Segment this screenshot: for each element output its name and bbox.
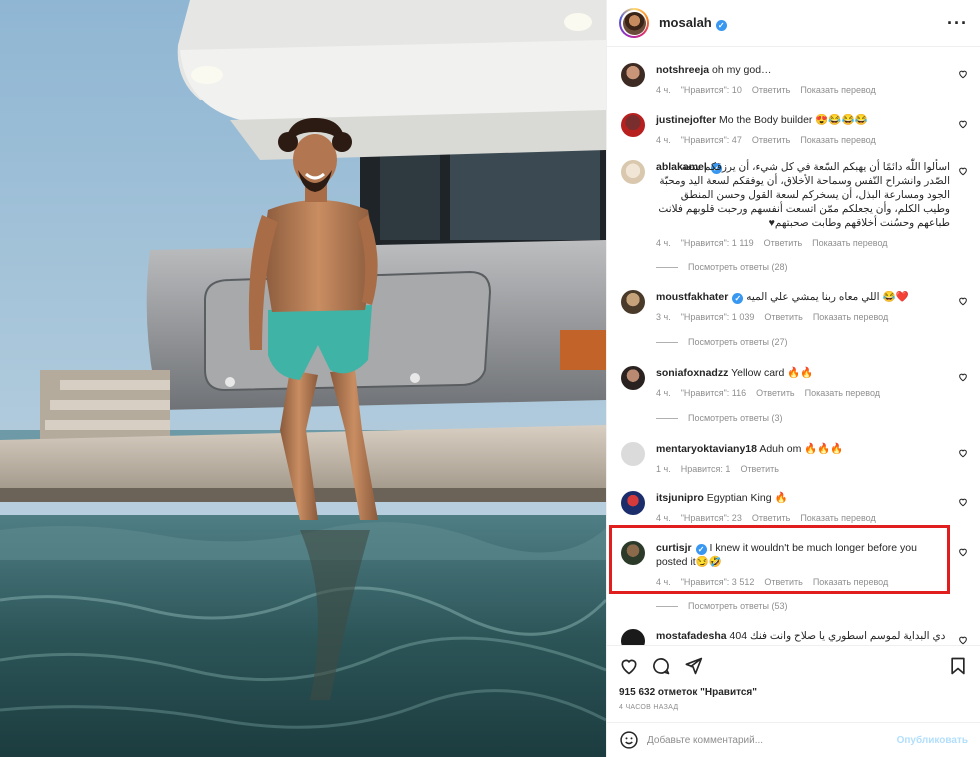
post-photo[interactable] [0,0,606,757]
commenter-avatar[interactable] [621,629,645,645]
view-replies-button[interactable]: Посмотреть ответы (28) [656,262,788,272]
like-comment-heart-icon[interactable] [958,372,968,382]
comment-username[interactable]: mostafadesha [656,630,727,642]
comment-likes[interactable]: "Нравится": 23 [681,511,742,525]
like-comment-heart-icon[interactable] [958,296,968,306]
reply-button[interactable]: Ответить [756,386,794,400]
likes-count[interactable]: 915 632 отметок "Нравится" [607,687,980,698]
comment-item: mostafadesha 404 دي البداية لموسم اسطوري… [619,629,970,645]
comment-item: justinejofter Mo the Body builder 😍😂😂😂 4… [619,113,970,147]
post-header: mosalah ✓ ··· [607,0,980,47]
view-replies-button[interactable]: Посмотреть ответы (53) [656,601,788,611]
comment-username[interactable]: moustfakhater [656,291,728,303]
comment-text: Egyptian King 🔥 [706,492,788,504]
comment-text: اللي معاه ربنا يمشي علي الميه 😂❤️ [746,291,909,303]
comment-text: oh my god… [712,64,772,76]
comment-text: Mo the Body builder 😍😂😂😂 [719,114,868,126]
commenter-avatar[interactable] [621,491,645,515]
like-heart-icon[interactable] [619,656,639,676]
like-comment-heart-icon[interactable] [958,635,968,645]
like-comment-heart-icon[interactable] [958,69,968,79]
translate-button[interactable]: Показать перевод [800,133,875,147]
comment-item: ablakamel ✓ اسألوا اللّٰه دائمًا أن يهبكم… [619,160,970,250]
comment-text: Yellow card 🔥🔥 [731,367,814,379]
like-comment-heart-icon[interactable] [958,547,968,557]
emoji-smile-icon[interactable] [619,730,639,750]
add-comment-bar: Опубликовать [607,722,980,757]
commenter-avatar[interactable] [621,63,645,87]
comment-likes[interactable]: "Нравится": 10 [681,83,742,97]
like-comment-heart-icon[interactable] [958,119,968,129]
yacht-photo-illustration [0,0,606,757]
verified-badge-icon: ✓ [732,293,744,304]
like-comment-heart-icon[interactable] [958,497,968,507]
post-time[interactable]: 4 ЧАСОВ НАЗАД [607,704,980,711]
comment-username[interactable]: notshreeja [656,64,709,76]
comment-item: mentaryoktaviany18 Aduh om 🔥🔥🔥 1 ч. Нрави… [619,442,970,476]
comment-icon[interactable] [651,656,671,676]
publish-comment-button[interactable]: Опубликовать [897,735,968,746]
comment-text: Aduh om 🔥🔥🔥 [759,443,844,455]
comment-username[interactable]: soniafoxnadzz [656,367,728,379]
translate-button[interactable]: Показать перевод [805,386,880,400]
view-replies-button[interactable]: Посмотреть ответы (27) [656,337,788,347]
like-comment-heart-icon[interactable] [958,448,968,458]
reply-button[interactable]: Ответить [764,310,802,324]
comment-likes[interactable]: Нравится: 1 [681,462,731,476]
more-options-icon[interactable]: ··· [947,13,968,34]
comment-time[interactable]: 1 ч. [656,462,671,476]
commenter-avatar[interactable] [621,160,645,184]
translate-button[interactable]: Показать перевод [813,310,888,324]
author-username[interactable]: mosalah ✓ [659,15,727,31]
comment-username[interactable]: mentaryoktaviany18 [656,443,757,455]
bookmark-icon[interactable] [948,656,968,676]
comment-text: اسألوا اللّٰه دائمًا أن يهبكم السّعة في … [658,161,950,229]
comment-likes[interactable]: "Нравится": 47 [681,133,742,147]
comment-likes[interactable]: "Нравится": 1 039 [681,310,755,324]
commenter-avatar[interactable] [621,113,645,137]
reply-button[interactable]: Ответить [752,511,790,525]
share-send-icon[interactable] [683,656,703,676]
like-comment-heart-icon[interactable] [958,166,968,176]
reply-button[interactable]: Ответить [752,83,790,97]
post-actions-bar [607,645,980,685]
commenter-avatar[interactable] [621,290,645,314]
comment-time[interactable]: 4 ч. [656,511,671,525]
default-avatar-icon[interactable] [621,442,645,466]
translate-button[interactable]: Показать перевод [800,511,875,525]
view-replies-button[interactable]: Посмотреть ответы (3) [656,413,783,423]
instagram-post-window: mosalah ✓ ··· notshreeja oh my god… 4 ч. "… [0,0,980,757]
comment-likes[interactable]: "Нравится": 116 [681,386,746,400]
comment-time[interactable]: 4 ч. [656,133,671,147]
author-avatar[interactable] [619,8,649,38]
comment-item: moustfakhater ✓ اللي معاه ربنا يمشي علي ا… [619,290,970,324]
commenter-avatar[interactable] [621,366,645,390]
comment-item: itsjunipro Egyptian King 🔥 4 ч. "Нравится… [619,491,970,525]
translate-button[interactable]: Показать перевод [812,236,887,250]
highlight-box [609,525,950,594]
comment-time[interactable]: 4 ч. [656,236,671,250]
comment-likes[interactable]: "Нравится": 1 119 [681,236,754,250]
comment-username[interactable]: itsjunipro [656,492,704,504]
comment-input[interactable] [647,734,897,746]
comment-item: notshreeja oh my god… 4 ч. "Нравится": 10… [619,63,970,97]
verified-badge-icon: ✓ [715,20,727,31]
comment-time[interactable]: 4 ч. [656,83,671,97]
reply-button[interactable]: Ответить [752,133,790,147]
reply-button[interactable]: Ответить [764,236,802,250]
comment-time[interactable]: 3 ч. [656,310,671,324]
comment-text: 404 دي البداية لموسم اسطوري يا صلاح وانت… [729,630,946,642]
translate-button[interactable]: Показать перевод [800,83,875,97]
comment-time[interactable]: 4 ч. [656,386,671,400]
reply-button[interactable]: Ответить [740,462,778,476]
comment-username[interactable]: justinejofter [656,114,716,126]
post-sidebar: mosalah ✓ ··· notshreeja oh my god… 4 ч. "… [606,0,980,757]
comment-item: soniafoxnadzz Yellow card 🔥🔥 4 ч. "Нравит… [619,366,970,400]
